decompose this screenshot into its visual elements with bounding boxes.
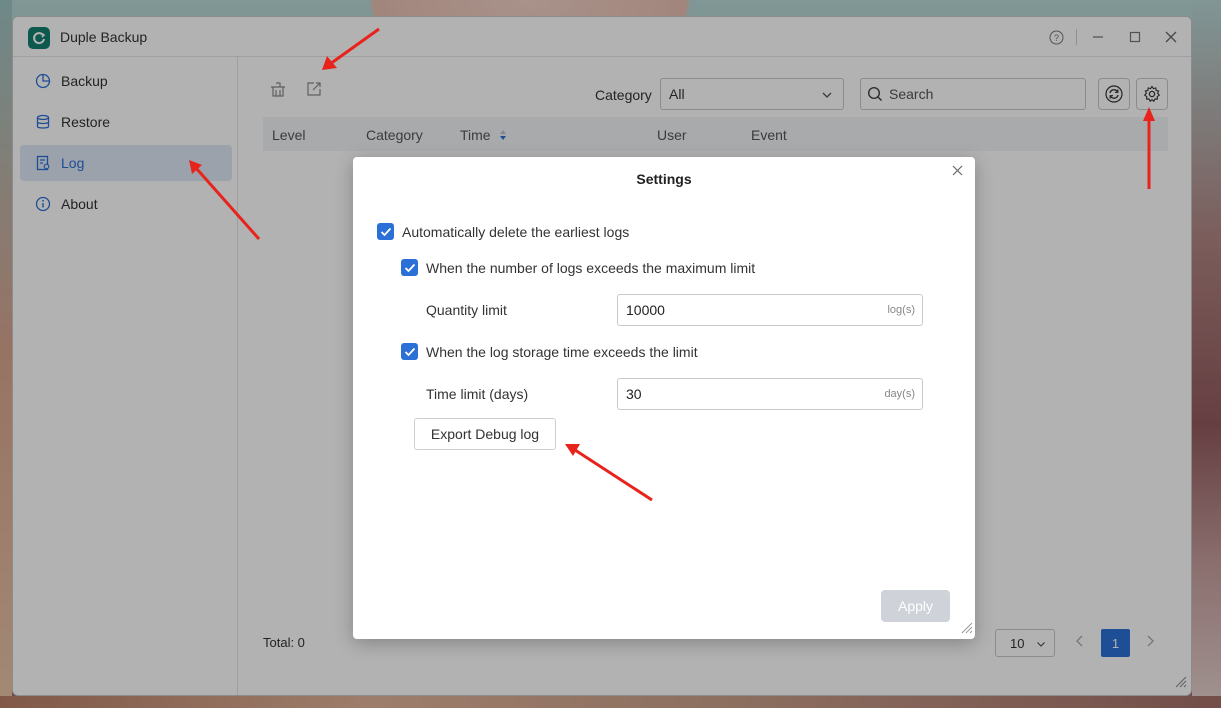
max-limit-checkbox[interactable] [401, 259, 418, 276]
time-limit-label: Time limit (days) [426, 386, 529, 402]
time-unit: day(s) [884, 388, 915, 400]
dialog-title: Settings [636, 171, 692, 187]
dialog-resize-grip-icon[interactable] [959, 620, 973, 637]
time-limit-checkbox[interactable] [401, 343, 418, 360]
quantity-unit: log(s) [887, 304, 915, 316]
apply-button[interactable]: Apply [881, 590, 950, 622]
export-debug-log-button[interactable]: Export Debug log [414, 418, 556, 450]
auto-delete-checkbox-row[interactable]: Automatically delete the earliest logs [377, 223, 629, 240]
time-limit-checkbox-row[interactable]: When the log storage time exceeds the li… [401, 343, 698, 360]
settings-dialog: Settings Automatically delete the earlie… [353, 157, 975, 639]
close-icon[interactable] [952, 163, 963, 181]
auto-delete-label: Automatically delete the earliest logs [402, 223, 630, 240]
time-limit-check-label: When the log storage time exceeds the li… [426, 343, 698, 360]
time-limit-field[interactable]: day(s) [617, 378, 923, 410]
quantity-limit-input[interactable] [626, 302, 856, 318]
time-limit-input[interactable] [626, 386, 856, 402]
quantity-limit-field[interactable]: log(s) [617, 294, 923, 326]
auto-delete-checkbox[interactable] [377, 223, 394, 240]
quantity-limit-label: Quantity limit [426, 302, 507, 318]
max-limit-label: When the number of logs exceeds the maxi… [426, 259, 756, 276]
max-limit-checkbox-row[interactable]: When the number of logs exceeds the maxi… [401, 259, 755, 276]
